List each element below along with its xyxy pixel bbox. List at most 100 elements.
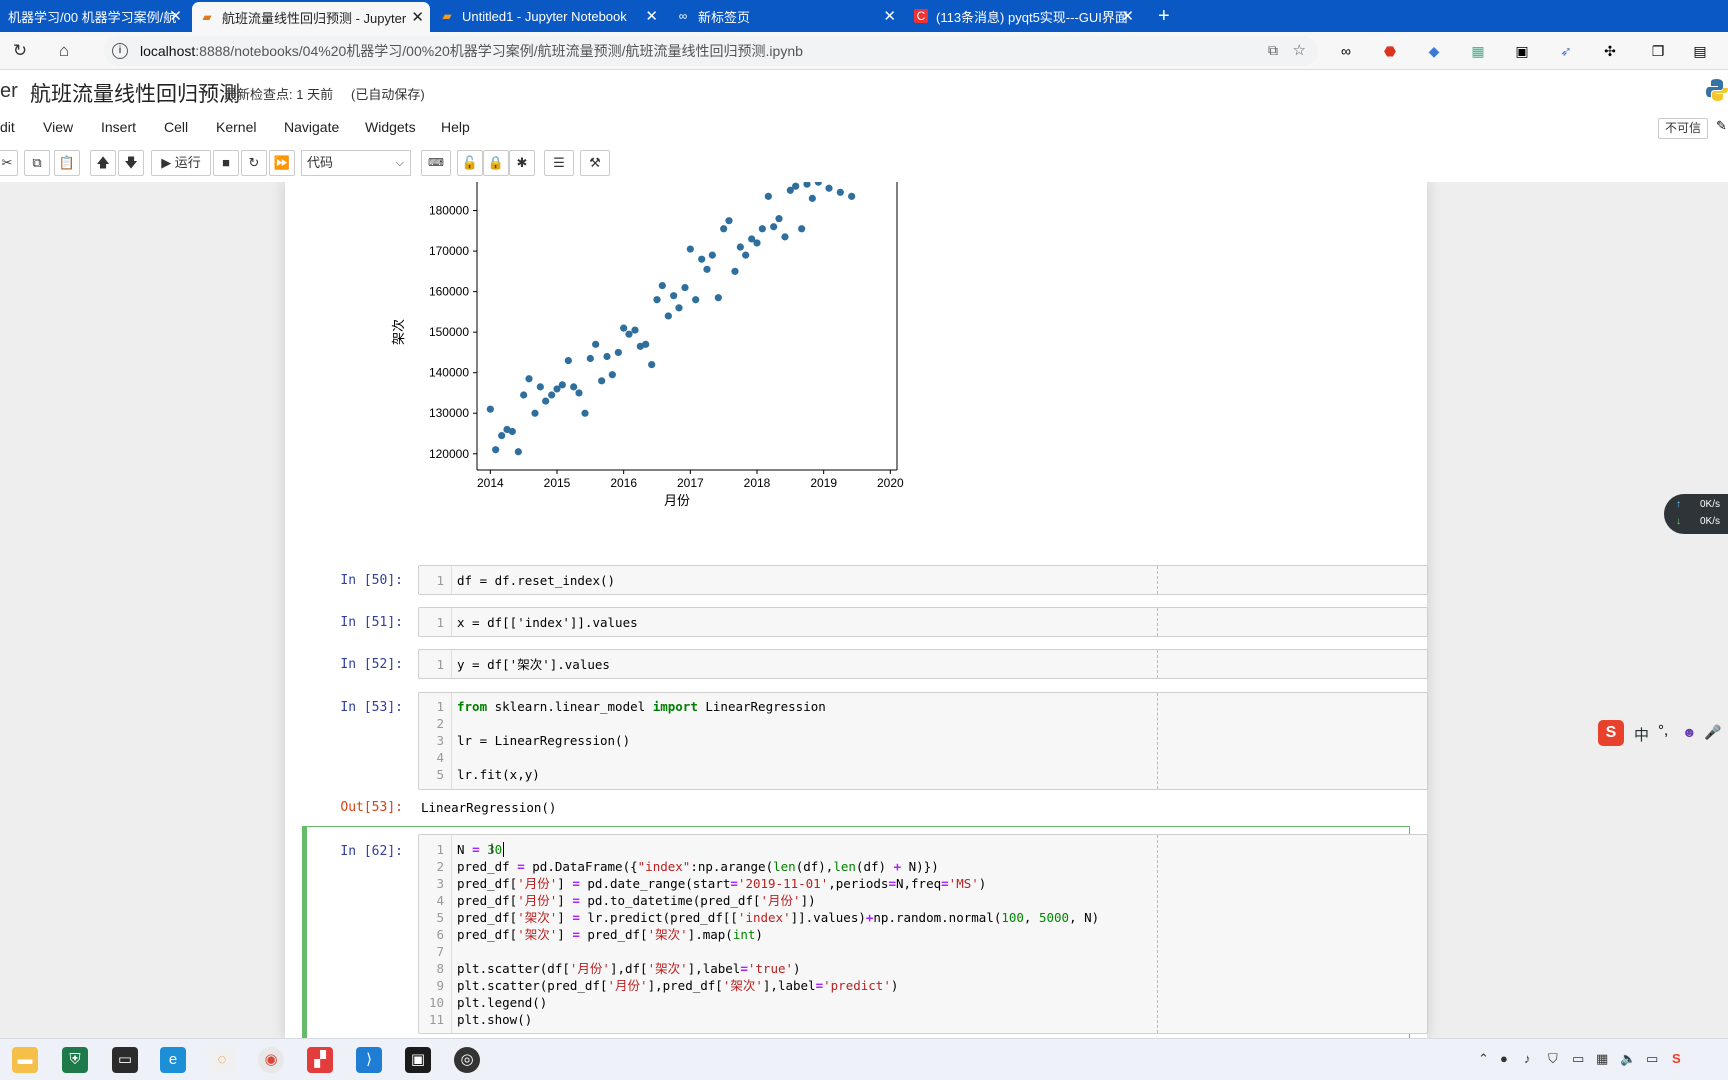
- tab-new-tab[interactable]: ∞ 新标签页 ✕: [668, 0, 902, 32]
- jupyter-app-icon[interactable]: ◌: [209, 1047, 235, 1073]
- url-field[interactable]: i localhost:8888/notebooks/04%20机器学习/00%…: [104, 36, 1318, 66]
- shield-extension-icon[interactable]: ◆: [1424, 41, 1444, 61]
- collections-icon[interactable]: ❐: [1648, 41, 1668, 61]
- favorite-star-icon[interactable]: ☆: [1293, 41, 1306, 59]
- tray-display-icon[interactable]: ▭: [1572, 1051, 1584, 1067]
- code-editor[interactable]: 1x = df[['index']].values: [418, 607, 1428, 637]
- move-down-icon[interactable]: 🡇: [118, 150, 144, 176]
- tray-shield-icon[interactable]: ⛉: [1548, 1051, 1558, 1067]
- file-explorer-icon[interactable]: ▬: [12, 1047, 38, 1073]
- menu-edit[interactable]: dit: [0, 119, 15, 135]
- tab-flight-notebook[interactable]: ▰ 航班流量线性回归预测 - Jupyter ✕: [192, 2, 430, 32]
- move-up-icon[interactable]: 🡅: [90, 150, 116, 176]
- lock-icon[interactable]: 🔒: [483, 150, 509, 176]
- code-editor[interactable]: 1N = 30 2 pred_df = pd.DataFrame({"index"…: [418, 834, 1428, 1034]
- cell-type-select[interactable]: 代码 ⌵: [301, 150, 411, 176]
- menu-insert[interactable]: Insert: [101, 119, 136, 135]
- scatter-point: [675, 304, 683, 312]
- paste-icon[interactable]: 📋: [54, 150, 80, 176]
- copy-icon[interactable]: ⧉: [24, 150, 50, 176]
- code-editor[interactable]: 1y = df['架次'].values: [418, 649, 1428, 679]
- net-speed-widget[interactable]: ↑ 0K/s ↓ 0K/s: [1664, 494, 1728, 534]
- menu-widgets[interactable]: Widgets: [365, 119, 416, 135]
- punctuation-icon[interactable]: °,: [1658, 722, 1668, 739]
- close-icon[interactable]: ✕: [645, 9, 658, 24]
- close-icon[interactable]: ✕: [411, 10, 424, 25]
- reload-icon[interactable]: ↻: [9, 40, 31, 62]
- tab-ml-cases[interactable]: 机器学习/00 机器学习案例/航 ✕: [0, 0, 188, 32]
- puzzle-icon[interactable]: ✣: [1600, 41, 1620, 61]
- close-icon[interactable]: ✕: [1121, 9, 1134, 24]
- close-icon[interactable]: ✕: [883, 9, 896, 24]
- emoji-icon[interactable]: ☻: [1682, 724, 1697, 740]
- info-icon[interactable]: i: [112, 43, 128, 59]
- infinity-extension-icon[interactable]: ∞: [1336, 41, 1356, 61]
- scatter-point: [564, 356, 572, 365]
- notebook-scroll-area[interactable]: 2014 2015 2016 2017 2018 2019 2020 120000 130000…: [0, 182, 1728, 1038]
- close-icon[interactable]: ✕: [169, 9, 182, 24]
- cut-icon[interactable]: ✂: [0, 150, 18, 176]
- menu-help[interactable]: Help: [441, 119, 470, 135]
- code-editor[interactable]: 1 df = df.reset_index(): [418, 565, 1428, 595]
- code-cell-53[interactable]: In [53]: 1 from sklearn.linear_model impo…: [305, 692, 1428, 790]
- stop-icon[interactable]: ■: [213, 150, 239, 176]
- fast-forward-icon[interactable]: ⏩: [269, 150, 295, 176]
- trusted-indicator[interactable]: 不可信: [1658, 118, 1709, 139]
- security-shield-icon[interactable]: ⛨: [62, 1047, 88, 1073]
- tray-app-icon[interactable]: ●: [1500, 1051, 1508, 1066]
- jupyter-logo-text[interactable]: er: [0, 80, 18, 103]
- tray-chevron-up-icon[interactable]: ⌃: [1478, 1051, 1489, 1067]
- tray-mic-icon[interactable]: ♪: [1524, 1051, 1531, 1066]
- unlock-icon[interactable]: 🔓: [457, 150, 483, 176]
- hammer-icon[interactable]: ⚒: [580, 150, 610, 176]
- restart-icon[interactable]: ↻: [241, 150, 267, 176]
- menu-navigate[interactable]: Navigate: [284, 119, 339, 135]
- cell-prompt: In [53]:: [340, 700, 403, 715]
- scatter-point: [592, 340, 600, 348]
- microphone-icon[interactable]: 🎤: [1704, 724, 1721, 741]
- text-cursor-icon: I: [490, 840, 494, 856]
- extension-badge-icon[interactable]: ▣: [1512, 41, 1532, 61]
- code-cell-51[interactable]: In [51]: 1x = df[['index']].values: [305, 607, 1428, 637]
- code-line: 1 df = df.reset_index(): [436, 573, 616, 588]
- run-button[interactable]: ▶ 运行: [151, 150, 211, 176]
- edge-browser-icon[interactable]: e: [160, 1047, 186, 1073]
- keyboard-icon[interactable]: ⌨: [421, 150, 451, 176]
- tab-untitled1[interactable]: ▰ Untitled1 - Jupyter Notebook ✕: [432, 0, 664, 32]
- chrome-icon[interactable]: ◉: [258, 1047, 284, 1073]
- obs-icon[interactable]: ◎: [454, 1047, 480, 1073]
- tab-csdn-pyqt5[interactable]: C (113条消息) pyqt5实现---GUI界面 ✕: [906, 0, 1140, 32]
- tray-network-icon[interactable]: ▦: [1596, 1051, 1608, 1067]
- tray-sogou-icon[interactable]: S: [1672, 1051, 1681, 1066]
- ime-toolbar[interactable]: S 中 °, ☻ 🎤: [1598, 720, 1728, 748]
- tray-battery-icon[interactable]: ▭: [1646, 1051, 1658, 1067]
- notebook-title[interactable]: 航班流量线性回归预测: [30, 78, 240, 108]
- menu-kernel[interactable]: Kernel: [216, 119, 256, 135]
- read-aloud-icon[interactable]: ⧉: [1268, 42, 1278, 59]
- sidebar-icon[interactable]: ▤: [1690, 41, 1710, 61]
- scatter-point: [603, 352, 611, 361]
- code-cell-62[interactable]: In [62]: 1N = 30 2 pred_df = pd.DataFrame…: [305, 832, 1428, 1038]
- pencil-icon[interactable]: ✎: [1716, 118, 1727, 134]
- code-editor[interactable]: 1 from sklearn.linear_model import Linear…: [418, 692, 1428, 790]
- home-icon[interactable]: ⌂: [53, 40, 75, 62]
- new-tab-button[interactable]: +: [1150, 0, 1180, 32]
- list-icon[interactable]: ☰: [544, 150, 574, 176]
- menu-view[interactable]: View: [43, 119, 73, 135]
- code-line: 5 lr.fit(x,y): [436, 767, 540, 782]
- tray-volume-icon[interactable]: 🔈: [1620, 1051, 1636, 1067]
- scatter-point: [698, 255, 706, 263]
- asterisk-icon[interactable]: ✱: [509, 150, 535, 176]
- console-icon[interactable]: ▣: [405, 1047, 431, 1073]
- terminal-icon[interactable]: ▭: [112, 1047, 138, 1073]
- x-tick-label: 2014: [477, 476, 504, 490]
- vscode-icon[interactable]: ⟩: [356, 1047, 382, 1073]
- menu-cell[interactable]: Cell: [164, 119, 188, 135]
- arrow-extension-icon[interactable]: ➶: [1556, 41, 1576, 61]
- code-cell-50[interactable]: In [50]: 1 df = df.reset_index(): [305, 565, 1428, 595]
- ime-language[interactable]: 中: [1634, 724, 1649, 745]
- apps-icon[interactable]: ▦: [1468, 41, 1488, 61]
- code-cell-52[interactable]: In [52]: 1y = df['架次'].values: [305, 649, 1428, 679]
- app-grid-icon[interactable]: ▞: [307, 1047, 333, 1073]
- adblock-icon[interactable]: ⬣: [1380, 41, 1400, 61]
